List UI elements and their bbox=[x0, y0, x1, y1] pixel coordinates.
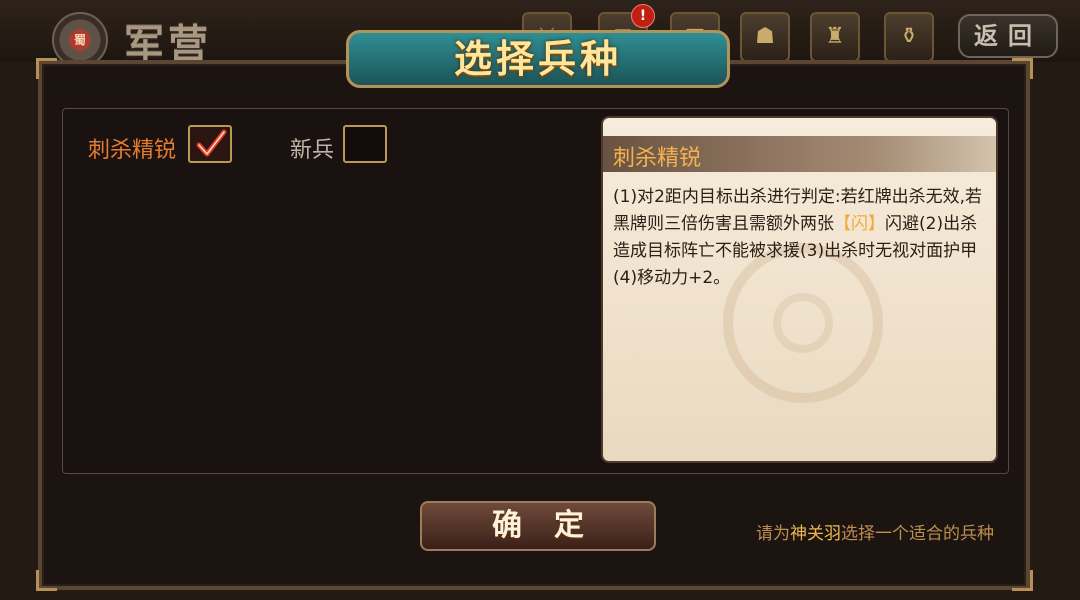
confirm-label: 确定 bbox=[492, 508, 616, 543]
option-label-elite-assassin[interactable]: 刺杀精锐 bbox=[88, 132, 176, 164]
corner-ornament bbox=[36, 58, 57, 79]
emblem-text: 蜀 bbox=[73, 33, 86, 47]
option-checkbox-elite-assassin[interactable] bbox=[188, 125, 232, 163]
detail-description: (1)对2距内目标出杀进行判定:若红牌出杀无效,若黑牌则三倍伤害且需额外两张【闪… bbox=[613, 184, 985, 292]
option-label-recruit[interactable]: 新兵 bbox=[290, 132, 334, 164]
hint-prefix: 请为 bbox=[756, 524, 790, 544]
detail-header: 刺杀精锐 bbox=[603, 136, 996, 172]
dialog-title: 选择兵种 bbox=[453, 37, 622, 81]
armor-icon[interactable]: ♜ bbox=[810, 12, 860, 62]
checkmark-icon bbox=[196, 129, 227, 157]
dodge-card-highlight: 【闪】 bbox=[834, 214, 885, 234]
alert-badge: ! bbox=[631, 4, 655, 28]
confirm-button[interactable]: 确定 bbox=[420, 501, 656, 551]
treasure-icon[interactable]: ⚱ bbox=[884, 12, 934, 62]
option-checkbox-recruit[interactable] bbox=[343, 125, 387, 163]
hint-text: 请为神关羽选择一个适合的兵种 bbox=[756, 519, 994, 544]
corner-ornament bbox=[36, 570, 57, 591]
dialog-title-banner: 选择兵种 bbox=[346, 30, 730, 88]
hero-name: 神关羽 bbox=[790, 524, 841, 544]
back-button[interactable]: 返回 bbox=[958, 14, 1058, 58]
corner-ornament bbox=[1012, 58, 1033, 79]
detail-title: 刺杀精锐 bbox=[613, 146, 702, 171]
corner-ornament bbox=[1012, 570, 1033, 591]
troop-detail-card: 刺杀精锐 (1)对2距内目标出杀进行判定:若红牌出杀无效,若黑牌则三倍伤害且需额… bbox=[603, 118, 996, 461]
helmet-icon[interactable]: ☗ bbox=[740, 12, 790, 62]
hint-suffix: 选择一个适合的兵种 bbox=[841, 524, 994, 544]
